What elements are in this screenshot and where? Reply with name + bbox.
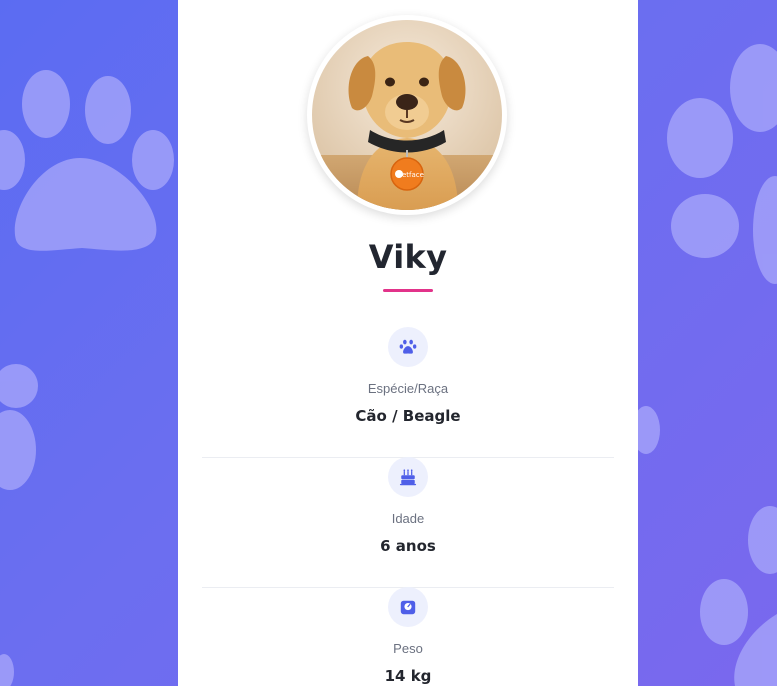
pet-profile-card: Petface Viky Espécie/Raça Cão / Beagle I… bbox=[178, 0, 638, 686]
title-underline bbox=[383, 289, 433, 292]
info-label: Idade bbox=[391, 511, 425, 526]
info-age: Idade 6 anos bbox=[202, 457, 614, 588]
pet-name-title: Viky bbox=[368, 238, 448, 276]
icon-badge bbox=[388, 327, 428, 367]
info-label: Espécie/Raça bbox=[367, 381, 449, 396]
paw-print-decoration bbox=[0, 364, 38, 490]
info-value: 6 anos bbox=[380, 537, 436, 555]
info-value: 14 kg bbox=[384, 667, 432, 685]
paw-print-decoration bbox=[667, 44, 777, 284]
icon-badge bbox=[388, 457, 428, 497]
pet-avatar-frame: Petface bbox=[307, 15, 507, 215]
pet-avatar[interactable]: Petface bbox=[312, 20, 502, 210]
icon-badge bbox=[388, 587, 428, 627]
dog-photo: Petface bbox=[312, 20, 502, 210]
paw-icon bbox=[399, 339, 417, 354]
info-weight: Peso 14 kg bbox=[202, 587, 614, 686]
collar-tag-text: Petface bbox=[398, 171, 424, 179]
info-value: Cão / Beagle bbox=[355, 407, 461, 425]
info-label: Peso bbox=[393, 641, 423, 656]
info-species: Espécie/Raça Cão / Beagle bbox=[202, 327, 614, 458]
paw-print-decoration bbox=[0, 70, 174, 251]
cake-icon bbox=[399, 469, 417, 486]
paw-print-decoration bbox=[700, 506, 777, 686]
scale-icon bbox=[400, 600, 416, 615]
